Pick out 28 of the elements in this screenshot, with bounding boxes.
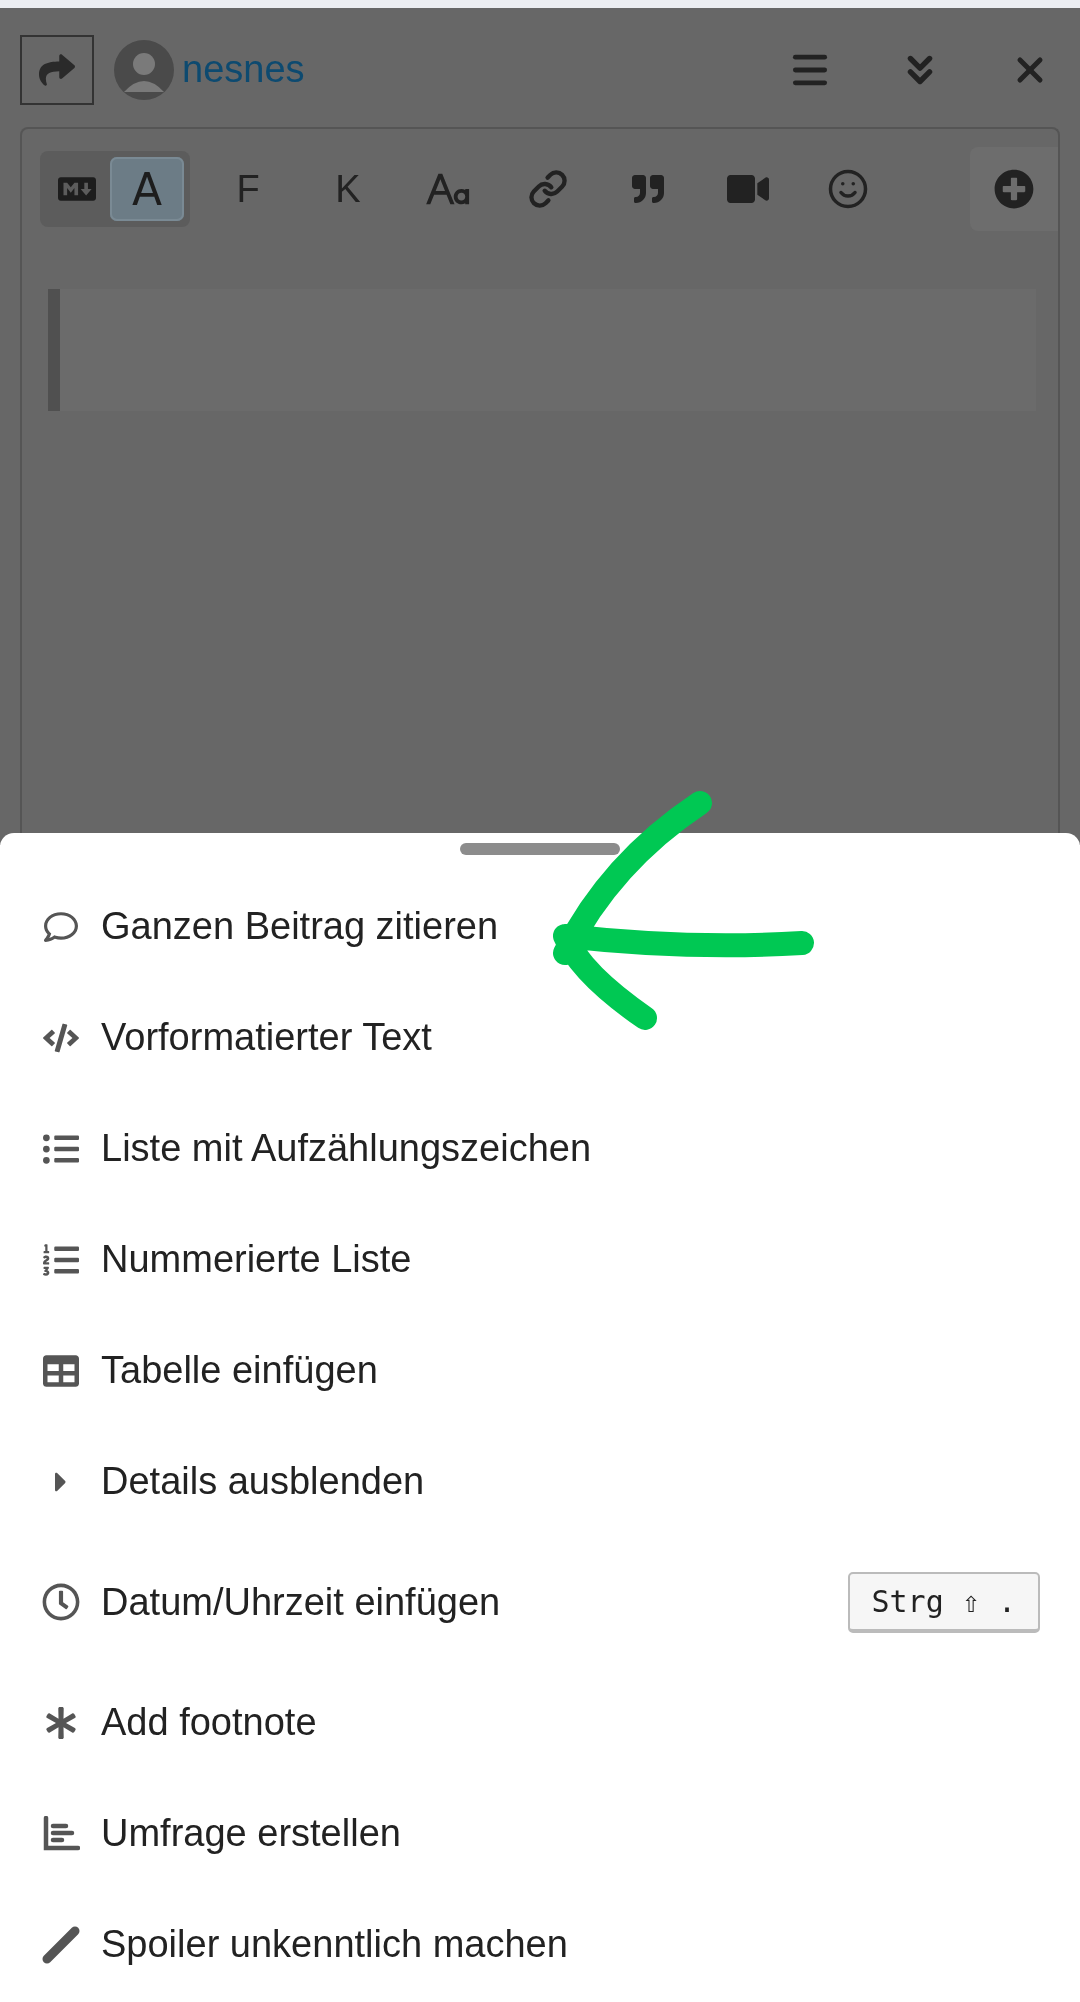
asterisk-icon [45,1706,77,1739]
rich-text-mode-button[interactable]: A [110,157,184,221]
menu-item[interactable]: Tabelle einfügen [0,1315,1080,1426]
drag-handle[interactable] [460,843,620,855]
menu-item[interactable]: Add footnote [0,1667,1080,1778]
menu-item[interactable]: Liste mit Aufzählungszeichen [0,1093,1080,1204]
marker-icon [41,1924,81,1965]
smiley-icon [827,168,869,210]
speech-bubble-icon [44,909,78,944]
share-arrow-icon [39,51,75,88]
reply-button[interactable] [20,34,94,105]
menu-item[interactable]: Ganzen Beitrag zitieren [0,871,1080,982]
menu-item[interactable]: Umfrage erstellen [0,1778,1080,1889]
plus-icon[interactable] [994,169,1034,209]
avatar [114,39,174,100]
menu-item[interactable]: Vorformatierter Text [0,982,1080,1093]
text-input[interactable] [48,289,1036,411]
clock-icon [42,1583,80,1621]
link-icon [528,169,568,209]
menu-item[interactable]: Datum/Uhrzeit einfügen Strg ⇧ . [0,1537,1080,1667]
menu-item[interactable]: Nummerierte Liste [0,1204,1080,1315]
table-icon [43,1352,79,1389]
quote-icon [632,173,664,205]
numbered-list-icon [43,1241,79,1278]
bar-chart-icon [42,1815,80,1852]
keyboard-shortcut: Strg ⇧ . [847,1571,1040,1633]
menu-item[interactable]: Details ausblenden [0,1426,1080,1537]
menu-item[interactable]: Spoiler unkenntlich machen [0,1889,1080,2000]
